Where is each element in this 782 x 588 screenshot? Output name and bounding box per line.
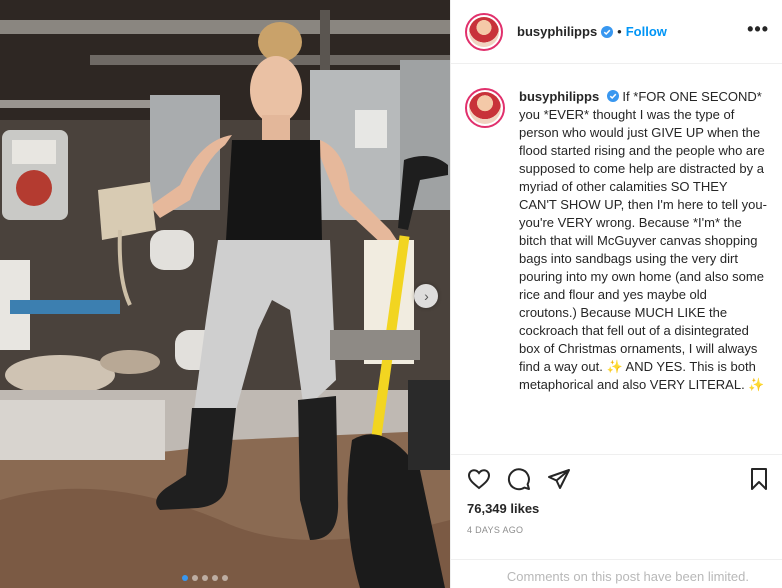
carousel-dot [202, 575, 208, 581]
avatar-image [469, 16, 499, 47]
verified-badge-icon [601, 25, 614, 38]
chevron-right-icon: › [424, 288, 429, 304]
post-sidebar: busyphilipps • Follow ••• busyphilipps I… [450, 0, 782, 588]
bookmark-icon[interactable] [747, 467, 771, 491]
avatar-image [469, 92, 501, 124]
carousel-indicator [182, 575, 228, 581]
caption-body: If *FOR ONE SECOND* you *EVER* thought I… [519, 89, 767, 392]
caption-text: busyphilipps If *FOR ONE SECOND* you *EV… [519, 88, 767, 394]
more-options-icon[interactable]: ••• [747, 20, 769, 38]
verified-badge-icon [606, 90, 619, 102]
carousel-dot [182, 575, 188, 581]
caption-username[interactable]: busyphilipps [519, 89, 599, 104]
post-actions-area: 76,349 likes 4 DAYS AGO Comments on this… [451, 454, 782, 588]
next-photo-button[interactable]: › [414, 284, 438, 308]
carousel-dot [192, 575, 198, 581]
separator-dot: • [617, 24, 622, 39]
instagram-post: › busyphilipps • Follow ••• busyphilipps… [0, 0, 782, 588]
avatar[interactable] [465, 12, 503, 51]
caption-avatar[interactable] [465, 88, 505, 128]
comment-icon[interactable] [507, 467, 531, 491]
likes-count[interactable]: 76,349 likes [467, 501, 539, 516]
action-bar [467, 467, 767, 493]
post-date[interactable]: 4 DAYS AGO [467, 525, 523, 535]
comments-bar: Comments on this post have been limited. [451, 559, 782, 588]
caption: busyphilipps If *FOR ONE SECOND* you *EV… [465, 88, 777, 394]
post-header: busyphilipps • Follow ••• [451, 0, 782, 64]
share-icon[interactable] [547, 467, 571, 491]
username-link[interactable]: busyphilipps [517, 24, 597, 39]
comments-limited-notice: Comments on this post have been limited. [506, 569, 749, 584]
carousel-dot [212, 575, 218, 581]
heart-icon[interactable] [467, 467, 491, 491]
follow-button[interactable]: Follow [626, 24, 667, 39]
photo-illustration [0, 0, 450, 588]
carousel-dot [222, 575, 228, 581]
post-photo[interactable]: › [0, 0, 450, 588]
